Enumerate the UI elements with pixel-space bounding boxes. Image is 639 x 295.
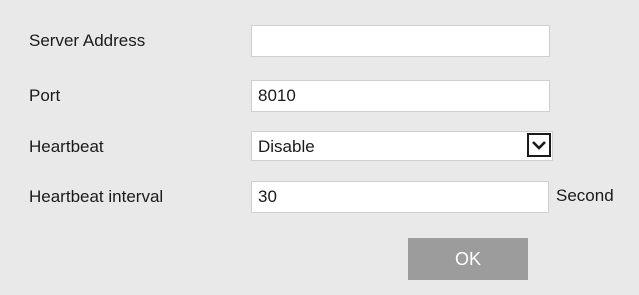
ok-button[interactable]: OK: [408, 238, 528, 280]
port-label: Port: [29, 86, 61, 105]
server-address-label: Server Address: [29, 31, 146, 50]
server-address-input[interactable]: [251, 25, 550, 57]
heartbeat-label: Heartbeat: [29, 137, 104, 156]
port-input[interactable]: [251, 80, 550, 112]
heartbeat-interval-unit: Second: [556, 186, 614, 205]
chevron-down-icon[interactable]: [527, 133, 551, 157]
heartbeat-select[interactable]: Disable: [251, 131, 553, 161]
heartbeat-interval-label: Heartbeat interval: [29, 187, 164, 206]
heartbeat-interval-input[interactable]: [251, 181, 549, 213]
heartbeat-selected-value: Disable: [258, 137, 315, 156]
server-settings-panel: Server Address Port Heartbeat Disable He…: [0, 0, 639, 295]
